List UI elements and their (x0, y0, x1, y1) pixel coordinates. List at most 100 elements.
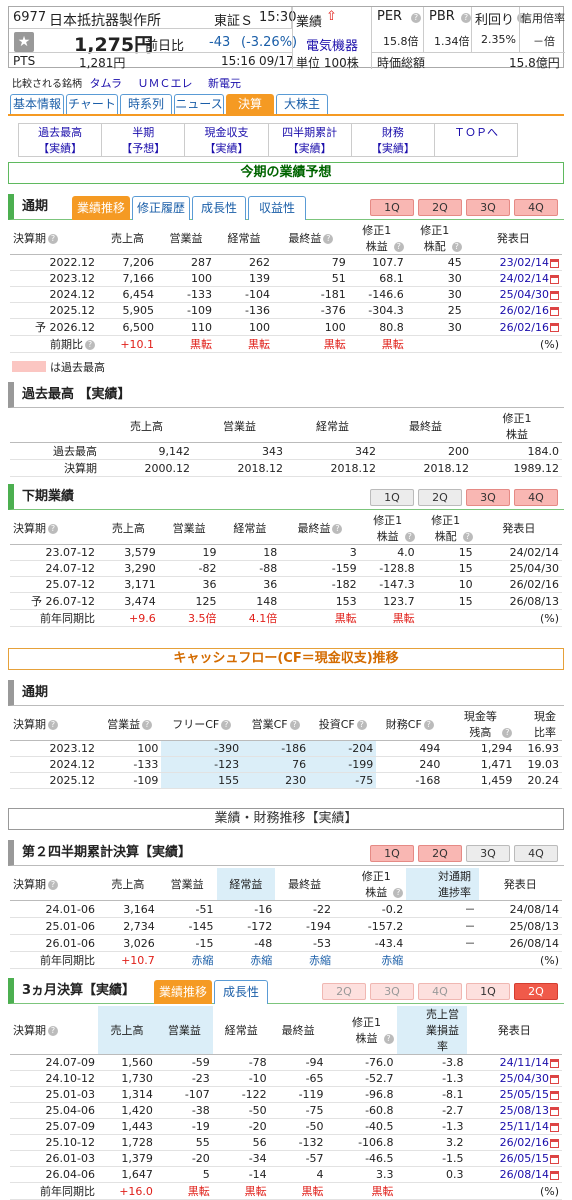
sector-link[interactable]: 電気機器 (306, 35, 358, 54)
table-cell: 2018.12 (379, 459, 472, 477)
table-cell: -23 (155, 1070, 213, 1087)
table-cell: 24.07-09 (10, 1054, 98, 1071)
q-button[interactable]: 2Q (514, 983, 558, 1000)
q-button[interactable]: 3Q (370, 983, 414, 1000)
q-button[interactable]: 4Q (514, 199, 558, 216)
table-cell: 15 (417, 544, 476, 561)
help-icon[interactable]: ? (48, 524, 58, 534)
cashflow-table: 決算期? 営業益? フリーCF? 営業CF? 投資CF? 財務CF? 現金等残高… (10, 708, 562, 789)
table-cell: -147.3 (359, 576, 418, 593)
compare-link[interactable]: タムラ (90, 77, 122, 90)
subnav-quarterly[interactable]: 四半期累計 【実績】 (267, 123, 352, 157)
help-icon[interactable]: ? (85, 340, 95, 350)
compare-link[interactable]: ＵＭＣエレ (137, 77, 192, 90)
tab-growth[interactable]: 成長性 (214, 980, 268, 1004)
table-cell: 3,579 (98, 544, 159, 561)
help-icon[interactable]: ? (393, 242, 404, 252)
help-icon[interactable]: ? (356, 720, 367, 730)
help-icon[interactable]: ? (48, 234, 58, 244)
tab-news[interactable]: ニュース (174, 94, 224, 114)
table-cell: 24/08/14 (478, 900, 562, 918)
q-button[interactable]: 1Q (370, 489, 414, 506)
table-cell: -94 (269, 1054, 327, 1071)
q-button[interactable]: 3Q (466, 489, 510, 506)
help-icon[interactable]: ? (48, 1026, 58, 1036)
help-icon[interactable]: ? (423, 720, 434, 730)
subnav-finance[interactable]: 財務 【実績】 (350, 123, 435, 157)
favorite-star-icon[interactable]: ★ (14, 32, 34, 52)
record-legend: は過去最高 (50, 361, 105, 374)
calendar-icon (550, 274, 559, 284)
q-button[interactable]: 1Q (370, 845, 414, 862)
q-button[interactable]: 1Q (370, 199, 414, 216)
stock-header: 6977 日本抵抗器製作所 東証Ｓ 15:30 ★ 1,275円 前日比 -43… (8, 6, 565, 70)
pbr-help-icon[interactable]: ? (461, 13, 471, 23)
help-icon[interactable]: ? (462, 532, 473, 542)
q-button[interactable]: 3Q (466, 199, 510, 216)
q-button[interactable]: 2Q (418, 489, 462, 506)
compare-link[interactable]: 新電元 (208, 77, 241, 90)
table-cell: 16.93 (515, 740, 562, 757)
tab-chart[interactable]: チャート (66, 94, 118, 114)
table-cell: 25.07-12 (10, 576, 98, 593)
q-button[interactable]: 4Q (418, 983, 462, 1000)
help-icon[interactable]: ? (323, 234, 334, 244)
table-cell: 6,500 (98, 318, 158, 336)
table-cell: 24.10-12 (10, 1070, 98, 1087)
tab-shareholders[interactable]: 大株主 (276, 94, 328, 114)
table-cell: -390 (161, 740, 243, 757)
mcap-value: 15.8億円 (509, 56, 560, 70)
table-cell: 黒転 (157, 335, 215, 353)
q-button[interactable]: 2Q (322, 983, 366, 1000)
help-icon[interactable]: ? (383, 1034, 394, 1044)
q-button[interactable]: 2Q (418, 845, 462, 862)
tab-timeseries[interactable]: 時系列 (120, 94, 172, 114)
column-header: 修正1株益? (333, 868, 407, 901)
column-header (10, 410, 100, 443)
tab-growth[interactable]: 成長性 (192, 196, 246, 220)
q-button[interactable]: 3Q (466, 845, 510, 862)
help-icon[interactable]: ? (332, 524, 343, 534)
tab-earnings[interactable]: 決算 (226, 94, 274, 114)
help-icon[interactable]: ? (48, 720, 58, 730)
help-icon[interactable]: ? (451, 242, 462, 252)
q-button[interactable]: 4Q (514, 845, 558, 862)
table-cell: 3 (280, 544, 360, 561)
calendar-icon (550, 290, 559, 300)
help-icon[interactable]: ? (221, 720, 232, 730)
table-row: 2022.12 7,206 287 262 79 107.7 45 23/02/14 (10, 254, 562, 271)
tab-revision[interactable]: 修正履歴 (132, 196, 190, 220)
q-button[interactable]: 2Q (418, 199, 462, 216)
help-icon[interactable]: ? (48, 880, 58, 890)
market: 東証Ｓ (214, 14, 254, 29)
table-cell: -52.7 (326, 1070, 397, 1087)
table-cell: -3.8 (396, 1054, 467, 1071)
table-cell: -106.8 (326, 1134, 397, 1151)
tab-trend[interactable]: 業績推移 (72, 196, 130, 220)
table-cell: -53 (275, 934, 334, 952)
table-cell: 68.1 (348, 270, 407, 287)
subnav-top[interactable]: ＴＯＰへ (433, 123, 519, 157)
tab-profitability[interactable]: 収益性 (248, 196, 306, 220)
mcap-label: 時価総額 (377, 56, 426, 70)
table-cell: 3.5倍 (158, 609, 220, 627)
tab-basic-info[interactable]: 基本情報 (10, 94, 64, 114)
table-cell: 36 (158, 576, 220, 593)
help-icon[interactable]: ? (289, 720, 300, 730)
compare-row: 前年同期比 +9.6 3.5倍 4.1倍 黒転 黒転 (%) (10, 609, 562, 627)
help-icon[interactable]: ? (404, 532, 415, 542)
help-icon[interactable]: ? (142, 720, 153, 730)
table-cell: -133 (98, 756, 162, 773)
per-help-icon[interactable]: ? (411, 13, 421, 23)
subnav-half[interactable]: 半期 【予想】 (101, 123, 186, 157)
q-button[interactable]: 1Q (466, 983, 510, 1000)
tab-trend[interactable]: 業績推移 (154, 980, 212, 1004)
q-button[interactable]: 4Q (514, 489, 558, 506)
subnav-record[interactable]: 過去最高 【実績】 (17, 123, 103, 157)
table-cell: 155 (161, 772, 243, 789)
help-icon[interactable]: ? (393, 888, 404, 898)
subnav-cashflow[interactable]: 現金収支 【実績】 (184, 123, 269, 157)
column-header: 修正1株益 (472, 410, 562, 443)
help-icon[interactable]: ? (502, 728, 513, 738)
column-header: 営業益 (158, 512, 220, 545)
